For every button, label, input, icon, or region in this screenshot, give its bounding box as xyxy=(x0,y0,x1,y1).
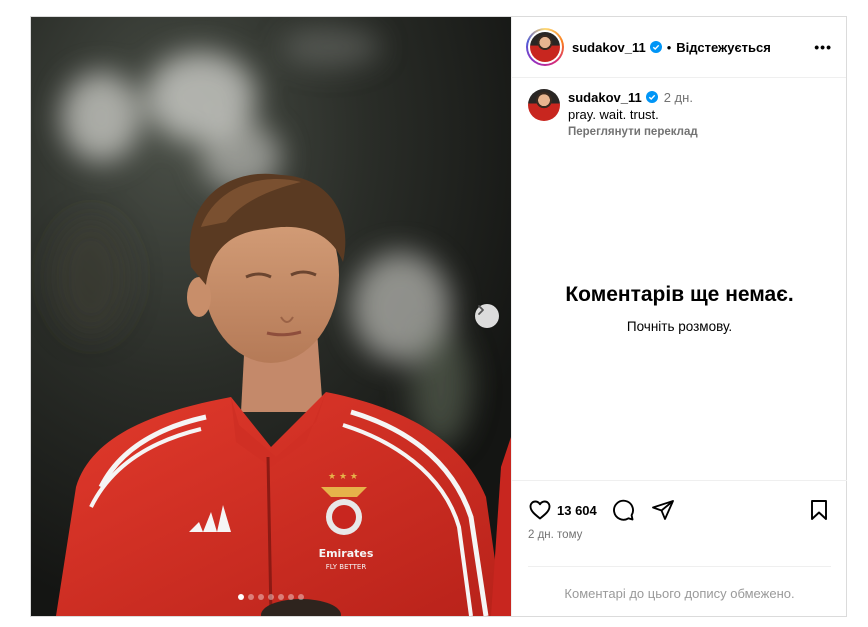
likes-count[interactable]: 13 604 xyxy=(557,503,597,518)
carousel-dot xyxy=(278,594,284,600)
post-header: sudakov_11 • Відстежується ••• xyxy=(512,17,846,78)
caption: sudakov_11 2 дн. pray. wait. trust. Перег… xyxy=(512,78,846,141)
svg-text:FLY BETTER: FLY BETTER xyxy=(326,563,367,571)
carousel-dot xyxy=(268,594,274,600)
see-translation-link[interactable]: Переглянути переклад xyxy=(568,124,698,141)
more-options-icon[interactable]: ••• xyxy=(814,39,832,55)
caption-text: pray. wait. trust. xyxy=(568,107,659,122)
avatar xyxy=(530,32,560,62)
verified-badge-icon xyxy=(649,41,662,53)
post-sidebar: sudakov_11 • Відстежується ••• sudakov_1… xyxy=(511,17,847,616)
chevron-right-icon xyxy=(478,305,484,315)
carousel-indicator xyxy=(31,594,511,600)
comment-icon xyxy=(612,499,634,521)
heart-icon xyxy=(529,500,551,520)
avatar[interactable] xyxy=(528,89,560,121)
carousel-dot xyxy=(298,594,304,600)
share-button[interactable] xyxy=(651,498,675,522)
share-icon xyxy=(651,500,674,520)
comments-restricted-notice: Коментарі до цього допису обмежено. xyxy=(528,566,831,601)
svg-text:★ ★ ★: ★ ★ ★ xyxy=(328,472,358,482)
no-comments-placeholder: Коментарів ще немає. Почніть розмову. xyxy=(512,283,847,334)
verified-badge-icon xyxy=(645,91,658,103)
comment-button[interactable] xyxy=(611,498,635,522)
carousel-dot xyxy=(288,594,294,600)
svg-text:Emirates: Emirates xyxy=(319,547,374,560)
carousel-dot xyxy=(248,594,254,600)
separator-dot: • xyxy=(666,39,672,55)
story-ring-avatar[interactable] xyxy=(526,28,564,66)
carousel-next-button[interactable] xyxy=(475,304,499,328)
start-conversation-text: Почніть розмову. xyxy=(626,319,733,334)
carousel-dot xyxy=(258,594,264,600)
like-button[interactable] xyxy=(528,498,552,522)
caption-time[interactable]: 2 дн. xyxy=(664,90,693,105)
no-comments-title: Коментарів ще немає. xyxy=(565,283,794,306)
carousel-dot xyxy=(238,594,244,600)
post-media[interactable]: ★ ★ ★ Emirates FLY BETTER xyxy=(31,17,511,616)
username-link[interactable]: sudakov_11 xyxy=(572,40,646,55)
post-actions: 13 604 2 дн. тому Коментарі до цього доп… xyxy=(512,480,847,616)
post-dialog: ★ ★ ★ Emirates FLY BETTER sudakov_11 • В… xyxy=(30,16,847,617)
post-time-ago[interactable]: 2 дн. тому xyxy=(512,525,847,541)
caption-username[interactable]: sudakov_11 xyxy=(568,90,642,105)
save-button[interactable] xyxy=(807,498,831,522)
following-button[interactable]: Відстежується xyxy=(676,40,771,55)
bookmark-icon xyxy=(811,500,827,520)
post-photo: ★ ★ ★ Emirates FLY BETTER xyxy=(31,17,511,616)
